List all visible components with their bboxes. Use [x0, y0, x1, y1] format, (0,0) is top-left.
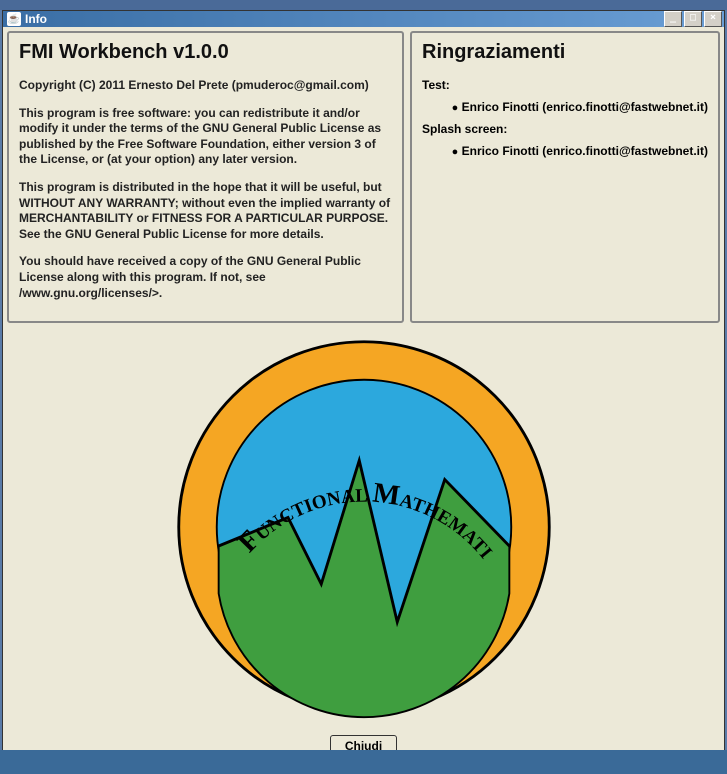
about-panel: FMI Workbench v1.0.0 Copyright (C) 2011 …	[7, 31, 404, 323]
credits-splash-value: ● Enrico Finotti (enrico.finotti@fastweb…	[422, 144, 708, 158]
desktop-taskbar	[0, 0, 727, 10]
credits-body: Test: ● Enrico Finotti (enrico.finotti@f…	[422, 78, 708, 158]
license-p1: This program is free software: you can r…	[19, 106, 392, 168]
about-body: Copyright (C) 2011 Ernesto Del Prete (pm…	[19, 78, 392, 301]
credits-test-label: Test:	[422, 78, 708, 92]
maximize-button[interactable]: □	[684, 11, 702, 27]
panels-row: FMI Workbench v1.0.0 Copyright (C) 2011 …	[7, 31, 720, 323]
logo-area: FUNCTIONAL MATHEMATICAL INDEX	[7, 327, 720, 727]
titlebar: ☕ Info _ □ ×	[3, 11, 724, 27]
bullet-icon: ●	[452, 146, 459, 158]
window-content: FMI Workbench v1.0.0 Copyright (C) 2011 …	[3, 27, 724, 767]
close-window-button[interactable]: ×	[704, 11, 722, 27]
license-p2: This program is distributed in the hope …	[19, 180, 392, 242]
credits-heading: Ringraziamenti	[422, 41, 708, 64]
copyright-text: Copyright (C) 2011 Ernesto Del Prete (pm…	[19, 78, 392, 94]
info-window: ☕ Info _ □ × FMI Workbench v1.0.0 Copyri…	[2, 10, 725, 750]
minimize-button[interactable]: _	[664, 11, 682, 27]
about-heading: FMI Workbench v1.0.0	[19, 41, 392, 64]
credits-panel: Ringraziamenti Test: ● Enrico Finotti (e…	[410, 31, 720, 323]
fmi-logo: FUNCTIONAL MATHEMATICAL INDEX	[174, 327, 554, 727]
license-p3: You should have received a copy of the G…	[19, 254, 392, 301]
credits-splash-label: Splash screen:	[422, 122, 708, 136]
bullet-icon: ●	[452, 102, 459, 114]
desktop-bottombar	[0, 750, 727, 774]
window-title: Info	[25, 12, 664, 26]
java-icon: ☕	[7, 12, 21, 26]
credits-test-value: ● Enrico Finotti (enrico.finotti@fastweb…	[422, 100, 708, 114]
window-controls: _ □ ×	[664, 11, 724, 27]
